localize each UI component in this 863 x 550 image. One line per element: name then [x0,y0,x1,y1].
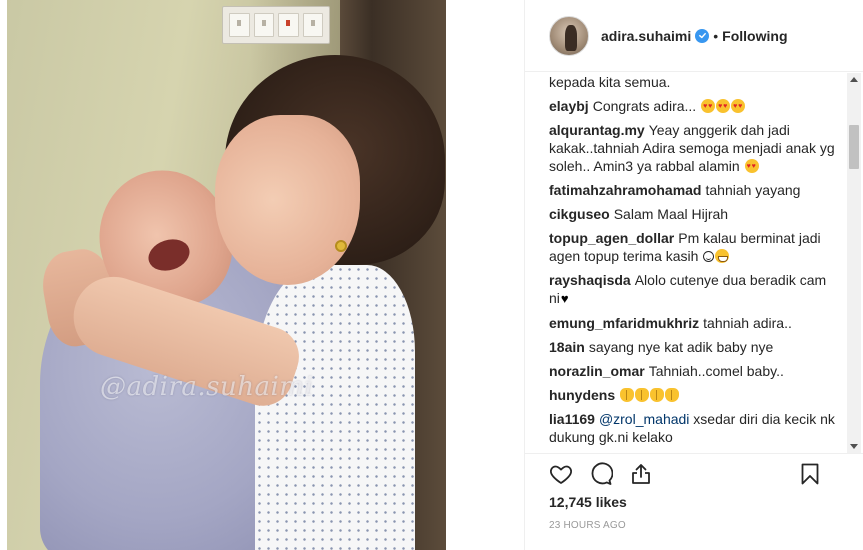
smile-emoji-icon [703,251,715,262]
photo-watermark: @adira.suhaimi [100,372,314,402]
comment-username[interactable]: topup_agen_dollar [549,230,674,246]
bookmark-icon[interactable] [798,462,822,486]
comment-username[interactable]: hunydens [549,387,615,403]
comment-username[interactable]: lia1169 [549,411,595,427]
post-timestamp[interactable]: 23 HOURS AGO [549,520,626,531]
comment-item: fatimahzahramohamad tahniah yayang [549,181,836,199]
praying-hands-emoji-icon [635,388,650,402]
username-link[interactable]: adira.suhaimi [601,28,691,44]
heart-eyes-emoji-icon [701,98,716,116]
comment-text: Tahniah..comel baby.. [648,363,784,379]
following-button[interactable]: Following [722,28,787,44]
comment-username[interactable]: norazlin_omar [549,363,645,379]
praying-hands-emoji-icon [650,388,665,402]
avatar[interactable] [549,15,589,56]
comment-text: Congrats adira... [592,98,701,114]
comment-username[interactable]: emung_mfaridmukhriz [549,315,699,331]
comment-text: tahniah yayang [705,182,801,198]
black-heart-icon: ♥ [560,291,569,306]
wall-switch [278,13,299,37]
comment-username[interactable]: cikguseo [549,206,610,222]
comments-scrollbar[interactable] [847,73,861,453]
header-separator: • [713,27,719,44]
comment-item: rayshaqisda Alolo cutenye dua beradik cam… [549,271,836,308]
comment-item: cikguseo Salam Maal Hijrah [549,205,836,223]
scroll-down-arrow-icon[interactable] [850,444,858,449]
wall-switch-plate [222,6,330,44]
heart-eyes-emoji-icon [731,98,746,116]
verified-badge-icon [695,28,710,43]
photo-left-margin [0,0,7,550]
comment-username[interactable]: 18ain [549,339,585,355]
comment-item: alqurantag.my Yeay anggerik dah jadi kaka… [549,121,836,176]
post-header: adira.suhaimi • Following [525,0,863,72]
comment-text: kepada kita semua. [549,74,671,90]
post-photo[interactable]: @adira.suhaimi [0,0,446,550]
comment-item: elaybj Congrats adira... [549,97,836,116]
comment-text: Salam Maal Hijrah [613,206,729,222]
comment-username[interactable]: alqurantag.my [549,122,645,138]
earring [335,240,347,252]
wall-switch [229,13,250,37]
comment-item: topup_agen_dollar Pm kalau berminat jadi … [549,229,836,265]
comment-username[interactable]: rayshaqisda [549,272,631,288]
likes-count[interactable]: 12,745 likes [549,494,627,510]
girl-face [215,115,360,285]
comment-username[interactable]: fatimahzahramohamad [549,182,701,198]
comment-item: kepada kita semua. [549,73,836,91]
comment-item: hunydens [549,386,836,404]
comment-item: lia1169 @zrol_mahadi xsedar diri dia keci… [549,410,836,446]
wall-switch [253,13,274,37]
heart-outline-icon[interactable] [549,462,573,486]
comment-bubble-icon[interactable] [589,461,613,486]
praying-hands-emoji-icon [665,388,680,402]
comment-item: norazlin_omar Tahniah..comel baby.. [549,362,836,380]
post-actions-bar [525,453,863,493]
praying-hands-emoji-icon [620,388,635,402]
comment-text: sayang nye kat adik baby nye [588,339,774,355]
scroll-up-arrow-icon[interactable] [850,77,858,82]
comment-text: tahniah adira.. [703,315,792,331]
comment-username[interactable]: elaybj [549,98,589,114]
heart-eyes-emoji-icon [744,158,759,176]
comment-mention-link[interactable]: @zrol_mahadi [599,411,689,427]
comment-item: 18ain sayang nye kat adik baby nye [549,338,836,356]
grin-emoji-icon [715,249,730,263]
share-upload-icon[interactable] [629,462,653,486]
heart-eyes-emoji-icon [716,98,731,116]
wall-switch [302,13,323,37]
post-side-panel: adira.suhaimi • Following kepada kita se… [524,0,863,550]
girl-shirt [255,265,415,550]
comment-item: emung_mfaridmukhriz tahniah adira.. [549,314,836,332]
scrollbar-thumb[interactable] [849,125,859,169]
comments-list[interactable]: kepada kita semua. elaybj Congrats adira.… [525,73,863,453]
